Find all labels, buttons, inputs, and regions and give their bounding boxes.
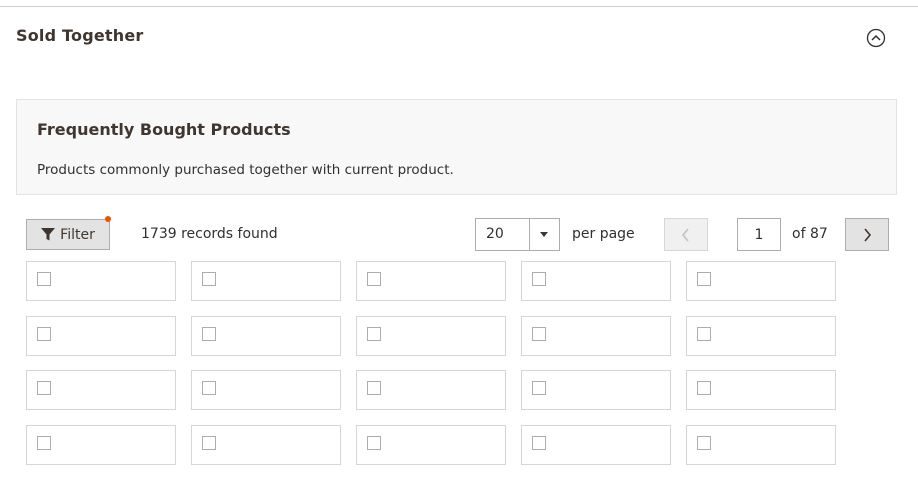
per-page-select[interactable]: 20	[475, 218, 560, 251]
product-card[interactable]	[356, 425, 506, 465]
product-card[interactable]	[26, 316, 176, 356]
product-select-checkbox[interactable]	[697, 381, 711, 395]
product-card[interactable]	[356, 316, 506, 356]
next-page-button[interactable]	[845, 218, 889, 251]
product-select-checkbox[interactable]	[37, 436, 51, 450]
filter-button[interactable]: Filter	[26, 219, 110, 250]
product-select-checkbox[interactable]	[202, 381, 216, 395]
chevron-right-icon	[864, 227, 872, 242]
product-select-checkbox[interactable]	[37, 272, 51, 286]
product-select-checkbox[interactable]	[367, 327, 381, 341]
section-title[interactable]: Sold Together	[16, 26, 144, 45]
product-select-checkbox[interactable]	[367, 381, 381, 395]
product-card[interactable]	[356, 370, 506, 410]
funnel-icon	[41, 228, 56, 241]
product-card[interactable]	[191, 425, 341, 465]
product-select-checkbox[interactable]	[532, 327, 546, 341]
info-title: Frequently Bought Products	[37, 120, 291, 139]
product-card[interactable]	[686, 261, 836, 301]
product-select-checkbox[interactable]	[532, 436, 546, 450]
active-filter-indicator	[105, 216, 111, 222]
per-page-value: 20	[486, 226, 504, 242]
info-panel: Frequently Bought Products Products comm…	[16, 99, 897, 195]
previous-page-button[interactable]	[664, 218, 708, 251]
product-card[interactable]	[521, 261, 671, 301]
product-card[interactable]	[521, 316, 671, 356]
product-select-checkbox[interactable]	[202, 436, 216, 450]
product-card[interactable]	[686, 425, 836, 465]
product-select-checkbox[interactable]	[37, 327, 51, 341]
product-select-checkbox[interactable]	[367, 272, 381, 286]
product-select-checkbox[interactable]	[697, 327, 711, 341]
product-select-checkbox[interactable]	[697, 272, 711, 286]
current-page-input[interactable]	[737, 218, 781, 251]
product-select-checkbox[interactable]	[532, 381, 546, 395]
total-pages: of 87	[792, 226, 828, 242]
product-card[interactable]	[26, 370, 176, 410]
product-card[interactable]	[191, 261, 341, 301]
product-select-checkbox[interactable]	[202, 272, 216, 286]
product-card[interactable]	[191, 370, 341, 410]
collapse-section-button[interactable]	[866, 28, 886, 48]
product-card[interactable]	[521, 370, 671, 410]
product-card[interactable]	[26, 261, 176, 301]
product-card[interactable]	[191, 316, 341, 356]
product-card[interactable]	[686, 316, 836, 356]
product-select-checkbox[interactable]	[532, 272, 546, 286]
product-card[interactable]	[356, 261, 506, 301]
product-card[interactable]	[686, 370, 836, 410]
product-select-checkbox[interactable]	[697, 436, 711, 450]
product-card[interactable]	[26, 425, 176, 465]
product-select-checkbox[interactable]	[202, 327, 216, 341]
records-count: 1739 records found	[141, 226, 278, 242]
info-description: Products commonly purchased together wit…	[37, 162, 454, 178]
caret-down-icon	[540, 231, 549, 237]
chevron-up-circle-icon	[866, 28, 886, 48]
per-page-dropdown-toggle[interactable]	[528, 219, 559, 250]
per-page-label: per page	[572, 226, 635, 242]
product-select-checkbox[interactable]	[37, 381, 51, 395]
top-divider	[0, 6, 918, 7]
filter-button-label: Filter	[60, 226, 95, 243]
product-card[interactable]	[521, 425, 671, 465]
chevron-left-icon	[681, 227, 689, 242]
product-select-checkbox[interactable]	[367, 436, 381, 450]
